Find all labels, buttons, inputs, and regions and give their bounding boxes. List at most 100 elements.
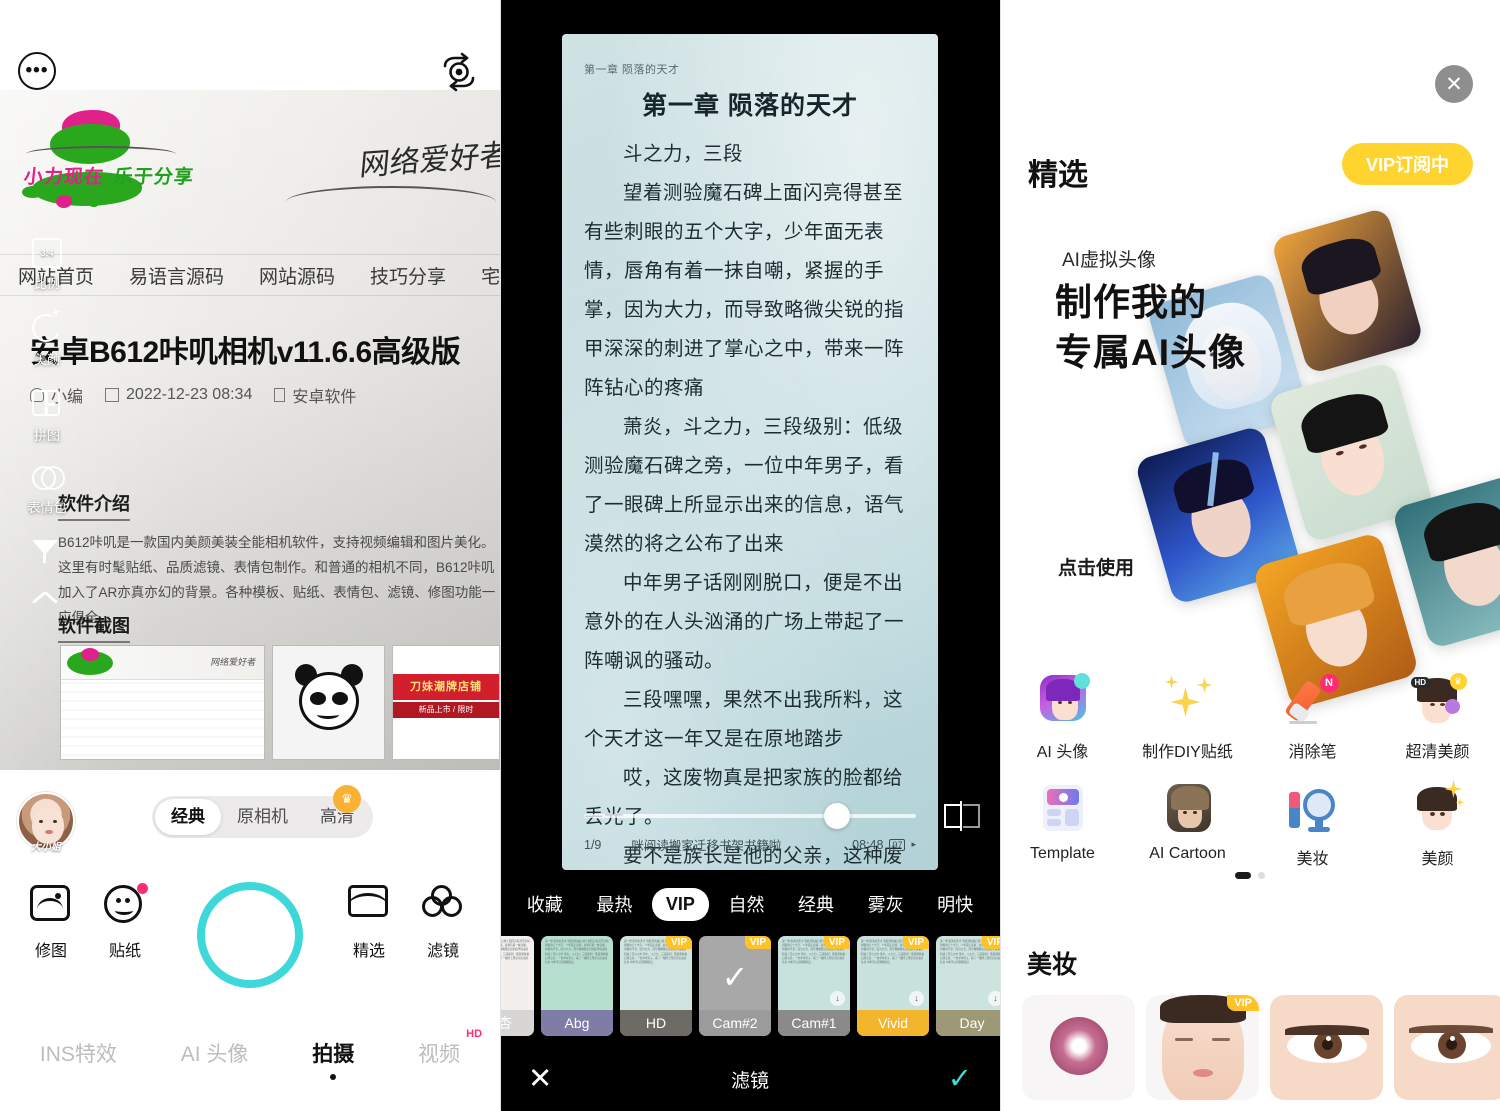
filter-card-preview: 第一章 陨落的天才 望着测验魔石碑上面闪亮得甚至有些刺眼的五个大字，少年面无表情… xyxy=(500,940,530,960)
sticker-circles-icon xyxy=(32,466,65,492)
close-x-icon[interactable]: ✕ xyxy=(528,1065,552,1094)
paragraph-4: 三段嘿嘿，果然不出我所料，这个天才这一年又是在原地踏步 xyxy=(584,688,904,750)
vip-subscribe-button[interactable]: VIP订阅中 xyxy=(1341,143,1473,185)
filter-lens-icon xyxy=(422,885,464,927)
photo-edit-icon xyxy=(30,885,72,927)
page-dot-active xyxy=(1235,872,1251,879)
featured-panel: ✕ 精选 VIP订阅中 AI虚拟头像 制作我的 专属AI头像 点击使用 AI 头… xyxy=(1000,0,1500,1111)
chapter-title: 第一章 陨落的天才 xyxy=(642,92,858,120)
download-icon[interactable]: ↓ xyxy=(830,991,845,1006)
tool-collage[interactable]: 拼图 xyxy=(12,390,82,444)
camera-bottom-bar: 大小姐 经典 原相机 高清 ♛ 修图 贴纸 精选 滤镜 INS特效 AI 头像 … xyxy=(0,770,500,1111)
feature-hd-beauty[interactable]: HD ♛ 超清美颜 xyxy=(1375,665,1500,772)
filter-bar-title: 滤镜 xyxy=(730,1071,769,1092)
tool-ratio-label: 比例 xyxy=(33,276,60,291)
filter-card[interactable]: 第一章 陨落的天才 望着测验魔石碑上面闪亮得甚至有些刺眼的五个大字，少年面无表情… xyxy=(500,936,534,1036)
new-badge: N xyxy=(1319,674,1339,693)
calendar-icon xyxy=(105,388,120,402)
filter-thumbnail-strip[interactable]: 第一章 陨落的天才 望着测验魔石碑上面闪亮得甚至有些刺眼的五个大字，少年面无表情… xyxy=(500,936,1000,1036)
vip-badge: VIP xyxy=(1227,995,1259,1011)
tool-beauty[interactable]: 美颜 xyxy=(12,310,82,368)
filter-tab-natural[interactable]: 自然 xyxy=(714,885,778,923)
feature-beauty[interactable]: 美颜 xyxy=(1375,772,1500,879)
tab-ai-avatar[interactable]: AI 头像 xyxy=(181,1038,249,1068)
feature-eraser[interactable]: N 消除笔 xyxy=(1250,665,1375,772)
tool-collapse[interactable] xyxy=(12,590,82,620)
filter-card[interactable]: 第一章 陨落的天才 望着测验魔石碑上面闪亮得甚至有些刺眼的五个大字，少年面无表情… xyxy=(936,936,1000,1036)
progress-knob[interactable] xyxy=(824,803,850,829)
download-icon[interactable]: ↓ xyxy=(909,991,924,1006)
nav-item-4[interactable]: 宅享 xyxy=(481,262,500,289)
camera-topbar: ••• xyxy=(0,0,500,92)
reading-progress-slider[interactable] xyxy=(584,803,916,829)
feature-diy-sticker-label: 制作DIY贴纸 xyxy=(1142,744,1233,761)
mode-original[interactable]: 原相机 xyxy=(221,799,304,835)
makeup-item-fullface[interactable]: VIP xyxy=(1146,995,1259,1100)
camera-flip-icon[interactable] xyxy=(437,52,477,92)
action-edit-label: 修图 xyxy=(34,943,67,960)
tab-video[interactable]: 视频 HD xyxy=(418,1028,482,1068)
nav-item-1[interactable]: 易语言源码 xyxy=(129,262,224,289)
action-featured[interactable]: 精选 xyxy=(348,885,390,961)
filter-card[interactable]: 第一章 陨落的天才 望着测验魔石碑上面闪亮得甚至有些刺眼的五个大字，少年面无表情… xyxy=(620,936,692,1036)
book-page[interactable]: 第一章 陨落的天才 第一章 陨落的天才 斗之力，三段 望着测验魔石碑上面闪亮得甚… xyxy=(562,34,938,870)
tool-ratio[interactable]: 3:4 比例 xyxy=(12,238,82,292)
nav-item-2[interactable]: 网站源码 xyxy=(259,262,335,289)
ai-avatar-icon xyxy=(1036,673,1090,729)
check-icon[interactable]: ✓ xyxy=(948,1065,972,1094)
crown-badge-icon: ♛ xyxy=(1449,673,1467,690)
filter-tab-hottest[interactable]: 最热 xyxy=(582,885,646,923)
feature-makeup[interactable]: 美妆 xyxy=(1250,772,1375,879)
download-icon[interactable]: ↓ xyxy=(988,991,1000,1006)
action-filter[interactable]: 滤镜 xyxy=(422,885,464,961)
screenshot-thumbs: 网络爱好者 刀妹潮牌店铺 新品上市 / 限时 xyxy=(60,645,500,760)
site-logo: 小力现在 乐于分享 xyxy=(10,110,195,210)
more-dots-icon[interactable]: ••• xyxy=(18,52,56,90)
panel-divider-2 xyxy=(1000,0,1001,1111)
filter-tab-bright[interactable]: 明快 xyxy=(923,885,987,923)
camera-tool-rail: 3:4 比例 美颜 拼图 表情包 xyxy=(12,238,82,620)
feature-diy-sticker[interactable]: 制作DIY贴纸 xyxy=(1125,665,1250,772)
tab-capture[interactable]: 拍摄 xyxy=(312,1038,354,1068)
tab-video-label: 视频 xyxy=(418,1043,461,1066)
filter-tab-vip[interactable]: VIP xyxy=(651,887,709,921)
nav-item-3[interactable]: 技巧分享 xyxy=(370,262,446,289)
close-circle-icon[interactable]: ✕ xyxy=(1435,65,1473,103)
hd-badge: HD xyxy=(466,1028,483,1040)
tool-sticker[interactable]: 表情包 xyxy=(12,466,82,516)
split-compare-icon[interactable] xyxy=(944,801,980,831)
tab-ins-effect[interactable]: INS特效 xyxy=(40,1038,117,1068)
filter-card[interactable]: 第一章 陨落的天才 望着测验魔石碑上面闪亮得甚至有些刺眼的五个大字，少年面无表情… xyxy=(857,936,929,1036)
filter-card[interactable]: 第一章 陨落的天才 望着测验魔石碑上面闪亮得甚至有些刺眼的五个大字，少年面无表情… xyxy=(541,936,613,1036)
collage-grid-icon xyxy=(32,390,62,420)
filter-card[interactable]: 第一章 陨落的天才 望着测验魔石碑上面闪亮得甚至有些刺眼的五个大字，少年面无表情… xyxy=(778,936,850,1036)
shot-thumb-2 xyxy=(272,645,385,760)
crown-icon[interactable]: ♛ xyxy=(333,785,361,813)
makeup-item-eye-1[interactable] xyxy=(1270,995,1383,1100)
action-edit[interactable]: 修图 xyxy=(30,885,72,961)
action-sticker[interactable]: 贴纸 xyxy=(104,883,148,961)
feature-ai-cartoon[interactable]: AI Cartoon xyxy=(1125,772,1250,879)
filter-tab-favorites[interactable]: 收藏 xyxy=(513,885,577,923)
makeup-item-eye-2[interactable] xyxy=(1394,995,1500,1100)
page-indicator[interactable] xyxy=(1000,872,1500,879)
filter-card[interactable]: 第一章 陨落的天才 望着测验魔石碑上面闪亮得甚至有些刺眼的五个大字，少年面无表情… xyxy=(699,936,771,1036)
feature-ai-cartoon-label: AI Cartoon xyxy=(1149,845,1226,862)
tool-filter[interactable] xyxy=(12,538,82,568)
filter-card-label: Vivid xyxy=(857,1010,929,1036)
vip-badge: VIP xyxy=(744,936,771,949)
banner-cta[interactable]: 点击使用 xyxy=(1058,553,1134,580)
mode-classic[interactable]: 经典 xyxy=(155,799,221,835)
makeup-item-lens[interactable] xyxy=(1022,995,1135,1100)
new-badge-dot xyxy=(137,883,148,894)
feature-eraser-label: 消除笔 xyxy=(1288,744,1337,761)
filter-tab-fog[interactable]: 雾灰 xyxy=(854,885,918,923)
feature-ai-avatar[interactable]: AI 头像 xyxy=(1000,665,1125,772)
feature-template[interactable]: Template xyxy=(1000,772,1125,879)
filter-card-label: Cam#1 xyxy=(778,1010,850,1036)
ai-avatar-banner[interactable]: AI虚拟头像 制作我的 专属AI头像 点击使用 xyxy=(1000,206,1500,711)
shutter-button[interactable] xyxy=(197,882,303,988)
chevron-up-icon xyxy=(32,590,62,620)
beauty-face-icon xyxy=(1411,780,1465,836)
filter-tab-classic[interactable]: 经典 xyxy=(784,885,848,923)
